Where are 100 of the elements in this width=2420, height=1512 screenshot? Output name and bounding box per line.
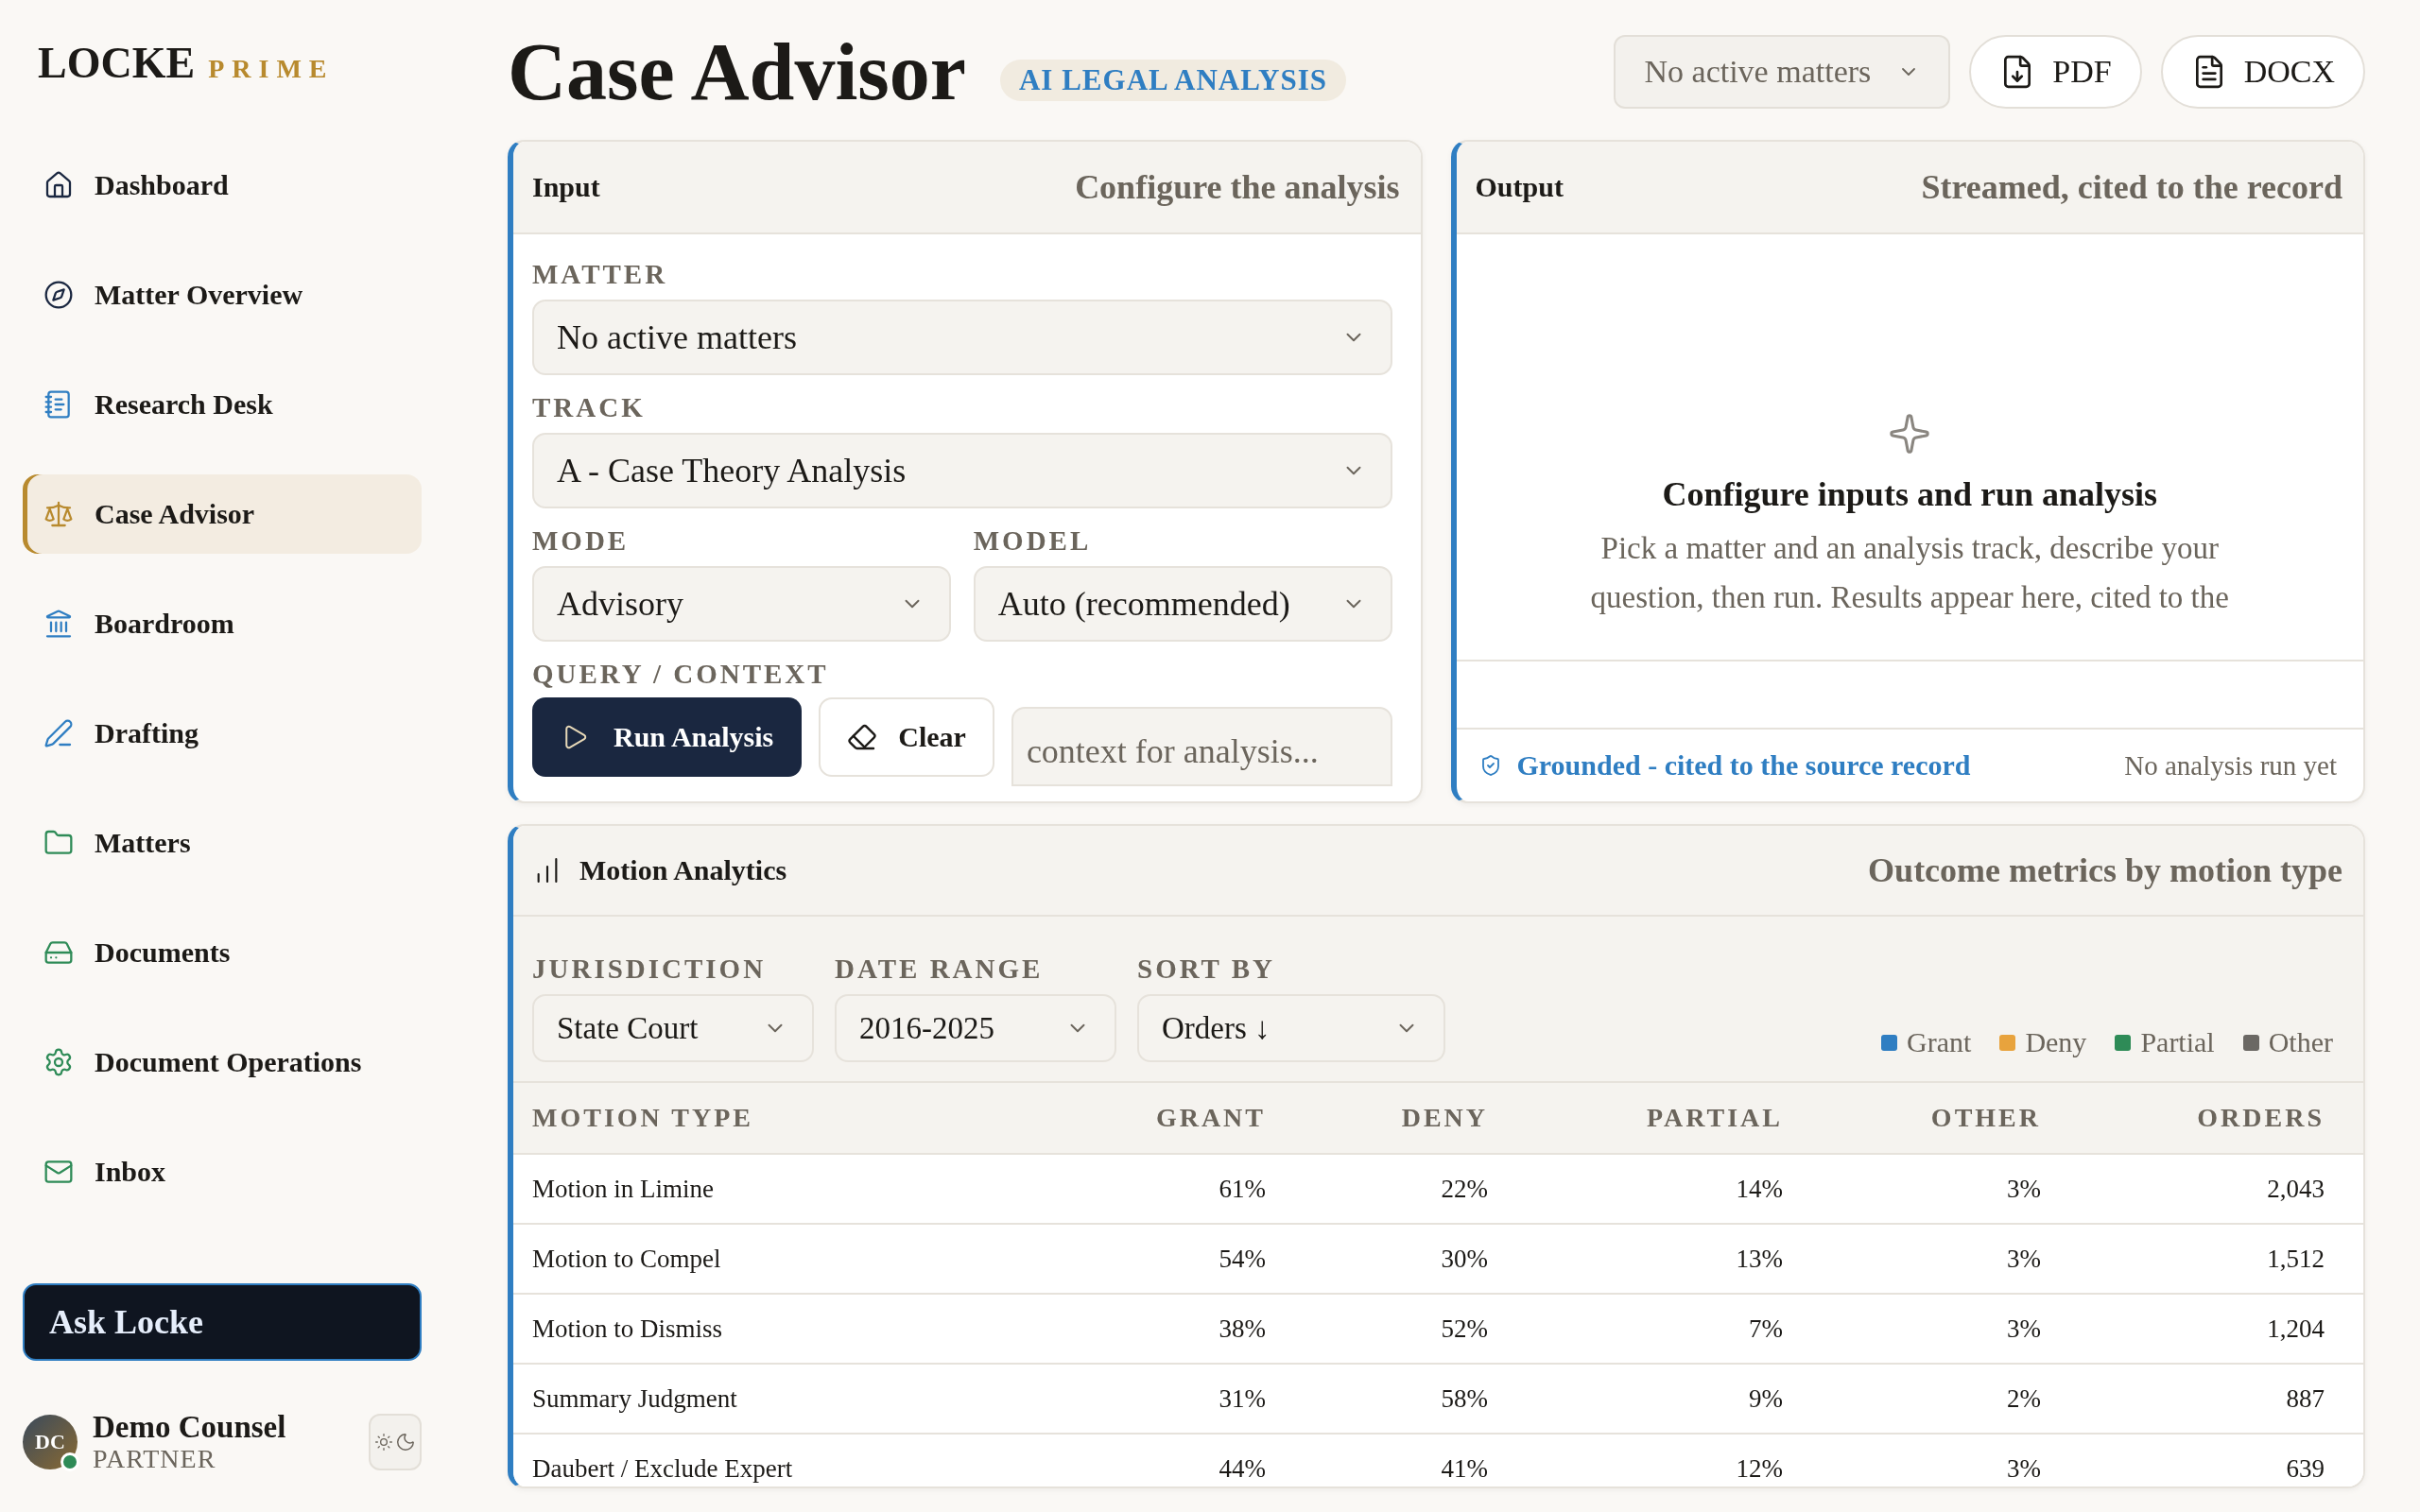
nav-item[interactable]: Boardroom [23,584,422,663]
nav-label: Case Advisor [95,498,255,530]
clear-button[interactable]: Clear [819,697,994,777]
nav-item[interactable]: Matters [23,803,422,883]
nav-item[interactable]: Inbox [23,1132,422,1211]
legend-label: Grant [1907,1026,1972,1058]
filter-label: DATE RANGE [835,954,1045,985]
nav-label: Boardroom [95,608,234,640]
select-value: Advisory [557,584,683,624]
nav-item[interactable]: Case Advisor [23,474,422,554]
eraser-icon [847,722,878,752]
filter-label: SORT BY [1137,954,1276,985]
nav-item[interactable]: Research Desk [23,365,422,444]
table-cell-text: 639 [2285,1453,2325,1484]
table-cell-text: Motion in Limine [532,1174,715,1204]
table-cell-text: 887 [2285,1383,2325,1414]
table-cell-text: Motion to Compel [532,1244,722,1274]
nav-label: Inbox [95,1156,166,1188]
legend-label: Other [2268,1026,2333,1058]
panel-title: Motion Analytics [579,854,787,886]
export-button[interactable]: DOCX [2160,35,2365,109]
table-cell-text: 61% [1218,1174,1266,1204]
panel-subtitle: Outcome metrics by motion type [1868,850,2342,890]
filter-select[interactable]: 2016-2025 [835,994,1116,1062]
panel-title: Input [532,171,600,203]
field-label: MODE [532,525,631,557]
sun-icon [374,1432,393,1452]
table-cell-text: 41% [1440,1453,1488,1484]
filter-label: JURISDICTION [532,954,768,985]
nav-item[interactable]: Dashboard [23,146,422,225]
filter-select[interactable]: State Court [532,994,814,1062]
table-cell-text: 7% [1748,1314,1783,1344]
table-cell-text: 3% [2006,1174,2041,1204]
nav-label: Dashboard [95,169,229,201]
export-button[interactable]: PDF [1969,35,2142,109]
panel-subtitle: Streamed, cited to the record [1921,167,2342,207]
table-cell-text: 44% [1218,1453,1266,1484]
nav-label: Research Desk [95,388,273,421]
column-header: GRANT [1154,1103,1266,1133]
run-status: No analysis run yet [2124,749,2337,782]
table-cell-text: 58% [1440,1383,1488,1414]
brand-logo: LOCKE [38,38,196,88]
table-cell-text: Motion to Dismiss [532,1314,724,1344]
ask-button[interactable]: Ask Locke [23,1282,422,1361]
select-value: State Court [557,1010,699,1046]
select-value: Orders ↓ [1162,1010,1270,1046]
table-cell-text: 2,043 [2266,1174,2325,1204]
grounded-note: Grounded - cited to the source record [1516,749,1971,782]
column-header: PARTIAL [1646,1103,1783,1133]
field-label: QUERY / CONTEXT [532,659,830,690]
field-label: TRACK [532,392,647,423]
sparkle-icon [1888,412,1932,455]
table-cell-text: 31% [1218,1383,1266,1414]
select-field[interactable]: Advisory [532,566,951,642]
table-cell-text: Summary Judgment [532,1383,738,1414]
column-header: ORDERS [2196,1103,2325,1133]
nav-label: Matter Overview [95,279,303,311]
table-cell-text: 3% [2006,1244,2041,1274]
table-cell-text: 3% [2006,1314,2041,1344]
table-cell-text: 13% [1735,1244,1783,1274]
nav-label: Matters [95,827,191,859]
table-cell-text: 12% [1735,1453,1783,1484]
panel-title: Output [1475,171,1564,203]
select-value: No active matters [557,318,797,357]
user-name: Demo Counsel [93,1409,286,1444]
nav-item[interactable]: Documents [23,913,422,992]
nav-item[interactable]: Matter Overview [23,255,422,335]
nav-item[interactable]: Document Operations [23,1022,422,1102]
panel-subtitle: Configure the analysis [1075,167,1400,207]
legend-label: Deny [2025,1026,2087,1058]
column-header: DENY [1400,1103,1488,1133]
table-cell-text: 22% [1440,1174,1488,1204]
table-cell-text: Daubert / Exclude Expert [532,1453,794,1484]
table-cell-text: 14% [1735,1174,1783,1204]
column-header: MOTION TYPE [532,1103,754,1133]
select-field[interactable]: A - Case Theory Analysis [532,433,1392,508]
filter-select[interactable]: Orders ↓ [1137,994,1445,1062]
matter-select[interactable]: No active matters [1614,35,1951,109]
select-value: Auto (recommended) [997,584,1290,624]
legend-label: Partial [2140,1026,2215,1058]
nav-item[interactable]: Drafting [23,694,422,773]
column-header: OTHER [1929,1103,2041,1133]
table-cell-text: 1,204 [2266,1314,2325,1344]
empty-state-title: Configure inputs and run analysis [1662,474,2157,514]
table-cell-text: 54% [1218,1244,1266,1274]
page-title: Case Advisor [508,26,966,119]
select-value: A - Case Theory Analysis [557,451,907,490]
table-cell-text: 30% [1440,1244,1488,1274]
table-cell-text: 2% [2006,1383,2041,1414]
nav-label: Documents [95,936,231,969]
query-field[interactable]: context for analysis... [1011,707,1392,786]
theme-toggle[interactable] [369,1413,422,1470]
page-badge: AI LEGAL ANALYSIS [999,60,1346,101]
select-field[interactable]: No active matters [532,300,1392,375]
user-avatar: DC [23,1414,78,1469]
select-field[interactable]: Auto (recommended) [973,566,1392,642]
run-analysis-button[interactable]: Run Analysis [532,697,803,777]
table-cell-text: 38% [1218,1314,1266,1344]
empty-state-text: Pick a matter and an analysis track, describe your question, then run. Results appear here, cited to the [1589,530,2230,616]
field-label: MODEL [973,525,1093,557]
